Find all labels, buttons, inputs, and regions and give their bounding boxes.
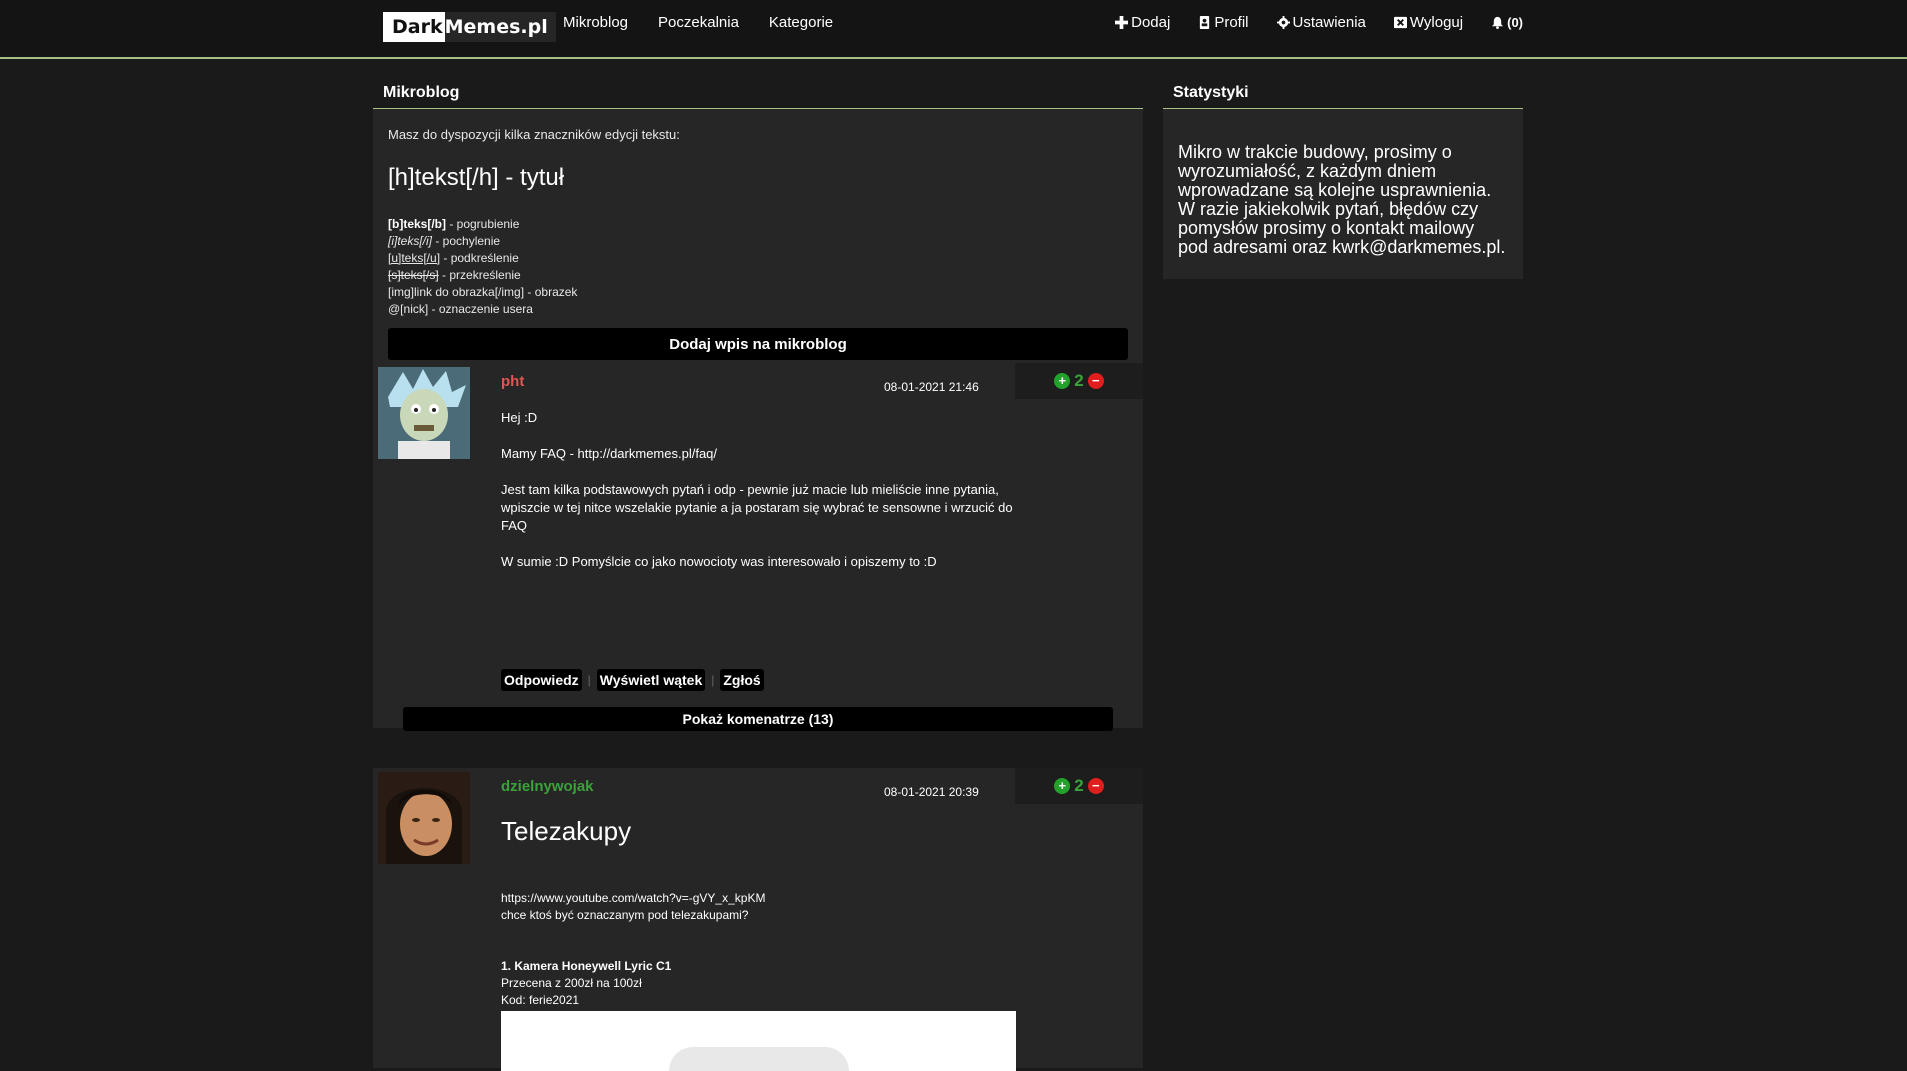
report-button[interactable]: Zgłoś bbox=[720, 669, 764, 691]
site-logo[interactable]: Dark Memes.pl bbox=[383, 12, 556, 42]
nav-poczekalnia[interactable]: Poczekalnia bbox=[658, 14, 739, 31]
post-paragraph: W sumie :D Pomyślcie co jako nowocioty w… bbox=[501, 554, 937, 569]
vote-box: + 2 − bbox=[1015, 768, 1143, 804]
formatting-help: Masz do dyspozycji kilka znaczników edyc… bbox=[373, 109, 1143, 377]
item-title: 1. Kamera Honeywell Lyric C1 bbox=[501, 959, 672, 973]
post-author[interactable]: dzielnywojak bbox=[501, 778, 594, 795]
user-nav: Dodaj Profil Ustawienia Wyloguj (0) bbox=[1115, 14, 1523, 31]
upvote-button[interactable]: + bbox=[1054, 373, 1071, 389]
downvote-button[interactable]: − bbox=[1087, 778, 1104, 794]
nav-add-label: Dodaj bbox=[1131, 14, 1171, 31]
camera-product-image bbox=[669, 1047, 849, 1071]
main-column: Mikroblog Masz do dyspozycji kilka znacz… bbox=[373, 78, 1143, 1071]
post-body: https://www.youtube.com/watch?v=-gVY_x_k… bbox=[501, 890, 1016, 924]
vote-count: 2 bbox=[1074, 776, 1084, 795]
post-link[interactable]: https://www.youtube.com/watch?v=-gVY_x_k… bbox=[501, 890, 1016, 907]
nav-notifications[interactable]: (0) bbox=[1491, 15, 1523, 30]
show-thread-button[interactable]: Wyświetl wątek bbox=[596, 669, 706, 691]
help-mention: @[nick] - oznaczenie usera bbox=[388, 302, 533, 316]
vote-count: 2 bbox=[1074, 371, 1084, 390]
nav-profile[interactable]: Profil bbox=[1198, 14, 1249, 31]
item-line: Kod: ferie2021 bbox=[501, 993, 580, 1007]
post-paragraph: Mamy FAQ - http://darkmemes.pl/faq/ bbox=[501, 446, 718, 461]
nav-logout[interactable]: Wyloguj bbox=[1393, 14, 1464, 31]
upvote-button[interactable]: + bbox=[1054, 778, 1071, 794]
post-date: 08-01-2021 20:39 bbox=[884, 785, 979, 799]
reply-button[interactable]: Odpowiedz bbox=[501, 669, 582, 691]
nav-add[interactable]: Dodaj bbox=[1115, 14, 1170, 31]
nav-profile-label: Profil bbox=[1214, 14, 1249, 31]
help-image: [img]link do obrazka[/img] - obrazek bbox=[388, 285, 578, 299]
sidebar: Statystyki Mikro w trakcie budowy, prosi… bbox=[1163, 78, 1523, 279]
post-paragraph: Hej :D bbox=[501, 410, 538, 425]
post-actions: Odpowiedz | Wyświetl wątek | Zgłoś bbox=[501, 669, 764, 691]
separator: | bbox=[711, 673, 715, 687]
post-title: Telezakupy bbox=[501, 816, 632, 846]
post-image[interactable] bbox=[501, 1011, 1016, 1071]
nav-kategorie[interactable]: Kategorie bbox=[769, 14, 833, 31]
help-underline: [u]teks[/u] - podkreślenie bbox=[388, 251, 519, 265]
main-nav: Mikroblog Poczekalnia Kategorie bbox=[563, 14, 833, 31]
id-card-icon bbox=[1200, 16, 1210, 29]
logo-memes-part: Memes.pl bbox=[444, 12, 556, 42]
sidebar-info: Mikro w trakcie budowy, prosimy o wyrozu… bbox=[1163, 109, 1523, 279]
sidebar-title: Statystyki bbox=[1163, 78, 1523, 109]
nav-mikroblog[interactable]: Mikroblog bbox=[563, 14, 628, 31]
plus-icon bbox=[1115, 16, 1129, 29]
downvote-button[interactable]: − bbox=[1087, 373, 1104, 389]
avatar[interactable] bbox=[378, 772, 470, 864]
close-box-icon bbox=[1393, 16, 1407, 29]
item-line: Przecena z 200zł na 100zł bbox=[501, 976, 642, 990]
post-body: Hej :D Mamy FAQ - http://darkmemes.pl/fa… bbox=[501, 409, 1016, 589]
vote-box: + 2 − bbox=[1015, 363, 1143, 399]
help-list: [b]teks[/b] - pogrubienie [i]teks[/i] - … bbox=[388, 216, 1128, 318]
post: pht 08-01-2021 21:46 + 2 − Hej :D Mamy F… bbox=[373, 363, 1143, 731]
post-line: chce ktoś być oznaczanym pod telezakupam… bbox=[501, 908, 749, 922]
top-navbar: Dark Memes.pl Mikroblog Poczekalnia Kate… bbox=[0, 0, 1907, 59]
post: dzielnywojak 08-01-2021 20:39 + 2 − Tele… bbox=[373, 768, 1143, 1071]
notifications-count: (0) bbox=[1507, 15, 1523, 30]
bell-icon bbox=[1492, 16, 1504, 29]
help-italic: [i]teks[/i] - pochylenie bbox=[388, 234, 501, 248]
help-bold: [b]teks[/b] - pogrubienie bbox=[388, 217, 520, 231]
post-author[interactable]: pht bbox=[501, 373, 524, 390]
help-heading-example: [h]tekst[/h] - tytuł bbox=[388, 164, 565, 191]
post-item: 1. Kamera Honeywell Lyric C1 Przecena z … bbox=[501, 958, 1016, 1009]
post-date: 08-01-2021 21:46 bbox=[884, 380, 979, 394]
add-post-button[interactable]: Dodaj wpis na mikroblog bbox=[388, 328, 1128, 360]
mikroblog-title: Mikroblog bbox=[373, 78, 1143, 109]
help-strike: [s]teks[/s] - przekreślenie bbox=[388, 268, 521, 282]
logo-dark-part: Dark bbox=[383, 12, 445, 42]
gear-icon bbox=[1276, 16, 1290, 29]
show-comments-button[interactable]: Pokaż komenatrze (13) bbox=[403, 707, 1113, 731]
post-paragraph: Jest tam kilka podstawowych pytań i odp … bbox=[501, 482, 1013, 533]
nav-settings-label: Ustawienia bbox=[1292, 14, 1366, 31]
nav-logout-label: Wyloguj bbox=[1409, 14, 1464, 31]
help-intro: Masz do dyspozycji kilka znaczników edyc… bbox=[388, 127, 680, 142]
nav-settings[interactable]: Ustawienia bbox=[1276, 14, 1366, 31]
separator: | bbox=[587, 673, 591, 687]
avatar[interactable] bbox=[378, 367, 470, 459]
